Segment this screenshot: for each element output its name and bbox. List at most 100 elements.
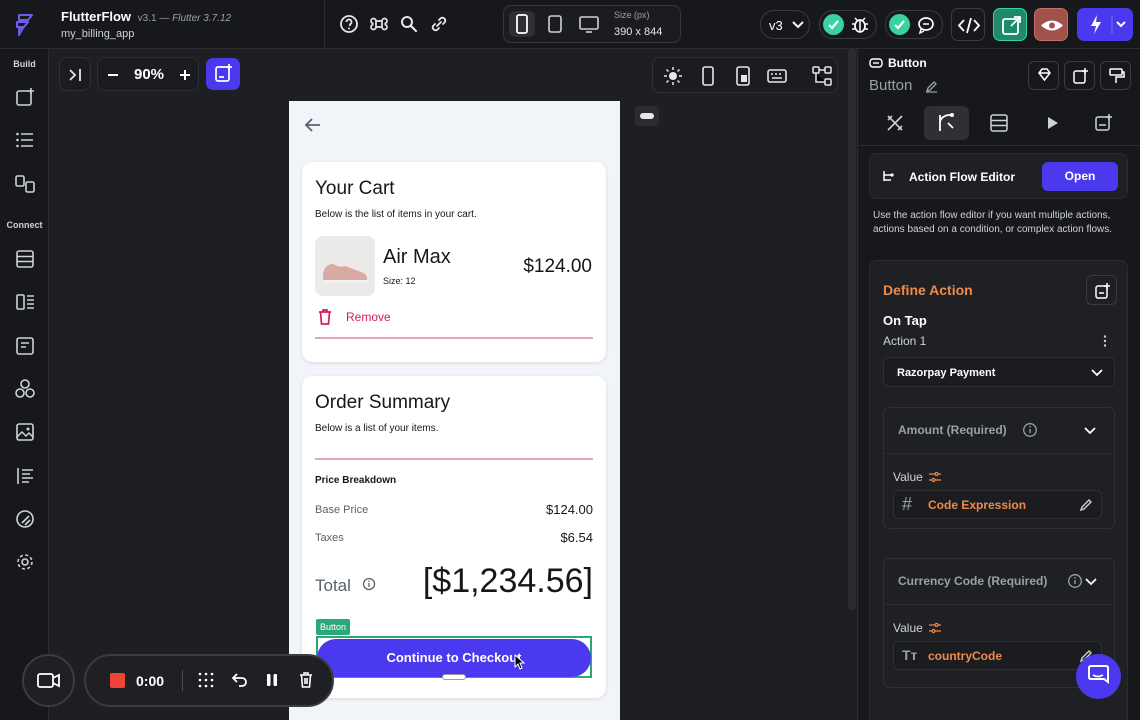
comments-status-pill[interactable]: [885, 10, 943, 39]
search-icon[interactable]: [398, 13, 420, 35]
variable-icon[interactable]: [928, 471, 942, 483]
light-mode-icon[interactable]: [662, 65, 684, 87]
pause-icon[interactable]: [262, 670, 282, 690]
zoom-in-icon[interactable]: [178, 68, 192, 82]
components-icon[interactable]: [14, 378, 36, 400]
canvas-view-toolbar: [652, 57, 838, 93]
command-icon[interactable]: [368, 13, 390, 35]
add-action-button[interactable]: [1086, 275, 1117, 305]
add-element-button[interactable]: [206, 58, 240, 90]
storyboard-icon[interactable]: [14, 173, 36, 195]
app-version: v3.1: [137, 13, 157, 24]
resize-handle[interactable]: [442, 674, 466, 680]
code-icon: [957, 17, 981, 34]
amount-value-field[interactable]: # Code Expression: [893, 490, 1102, 519]
currency-value-field[interactable]: Tт countryCode: [893, 641, 1102, 670]
camera-toggle-button[interactable]: [22, 654, 75, 707]
add-child-button[interactable]: [1064, 61, 1095, 90]
settings-gear-icon[interactable]: [14, 551, 36, 573]
open-external-button[interactable]: [993, 8, 1027, 41]
size-value[interactable]: 390 x 844: [614, 26, 662, 38]
api-calls-icon[interactable]: [14, 335, 36, 357]
total-label: Total: [315, 576, 351, 595]
debug-status-pill[interactable]: [819, 10, 877, 39]
price-breakdown-label: Price Breakdown: [315, 475, 397, 486]
currency-header[interactable]: Currency Code (Required): [884, 559, 1114, 605]
variable-icon[interactable]: [928, 622, 942, 634]
properties-tab-icon[interactable]: [884, 112, 906, 134]
continue-to-checkout-button[interactable]: Continue to Checkout: [317, 639, 591, 677]
view-code-button[interactable]: [951, 8, 985, 41]
item-price: $124.00: [523, 256, 592, 277]
zoom-out-icon[interactable]: [106, 68, 120, 82]
flutterflow-logo-icon[interactable]: [10, 10, 40, 40]
phone-preview: Your Cart Below is the list of items in …: [289, 101, 620, 720]
toggle-icon: [640, 113, 654, 119]
media-assets-icon[interactable]: [14, 421, 36, 443]
app-name: FlutterFlow: [61, 9, 132, 24]
remove-button[interactable]: Remove: [317, 308, 417, 326]
actions-tab[interactable]: [924, 106, 969, 140]
firestore-icon[interactable]: [14, 248, 36, 270]
amount-header[interactable]: Amount (Required): [884, 408, 1114, 454]
action-flow-editor-row: Action Flow Editor Open: [869, 153, 1128, 199]
add-widget-icon[interactable]: [14, 86, 36, 108]
eye-icon: [1041, 20, 1063, 31]
desktop-device-icon[interactable]: [576, 11, 602, 37]
theme-styles-button[interactable]: [1100, 61, 1131, 90]
info-icon[interactable]: [1067, 573, 1083, 589]
widget-handle-button[interactable]: [635, 106, 659, 126]
screen-recorder-bar: 0:00: [84, 654, 334, 707]
device-selector: Size (px) 390 x 844: [503, 5, 681, 43]
taxes-value: $6.54: [560, 530, 593, 545]
layout-tree-icon[interactable]: [811, 65, 833, 87]
info-icon[interactable]: [362, 577, 376, 591]
backend-query-tab-icon[interactable]: [988, 112, 1010, 134]
add-tab-icon[interactable]: [1093, 112, 1115, 134]
phone-frame-icon[interactable]: [697, 65, 719, 87]
define-action-section: Define Action On Tap Action 1 Razorpay P…: [869, 260, 1128, 720]
taxes-label: Taxes: [315, 532, 344, 544]
support-chat-button[interactable]: [1076, 654, 1121, 699]
trash-icon[interactable]: [296, 670, 316, 690]
open-action-flow-button[interactable]: Open: [1042, 162, 1118, 191]
cart-card: Your Cart Below is the list of items in …: [302, 162, 606, 362]
chat-bubble-icon: [1088, 665, 1109, 684]
edit-pencil-icon[interactable]: [1078, 497, 1094, 513]
edit-pencil-icon[interactable]: [924, 79, 939, 94]
link-icon[interactable]: [428, 13, 450, 35]
app-values-icon[interactable]: [14, 291, 36, 313]
widget-tree-icon[interactable]: [14, 129, 36, 151]
selected-widget-tag: Button: [316, 619, 351, 635]
preview-button[interactable]: [1034, 8, 1068, 41]
tablet-device-icon[interactable]: [542, 11, 568, 37]
animations-tab-icon[interactable]: [1041, 112, 1063, 134]
run-button[interactable]: [1077, 8, 1133, 41]
canvas-scrollbar[interactable]: [848, 49, 856, 610]
promote-button[interactable]: [1028, 61, 1059, 90]
widget-type: Button: [888, 56, 927, 70]
version-dropdown[interactable]: v3: [760, 10, 810, 39]
more-vertical-icon[interactable]: [1098, 334, 1112, 348]
amount-value-label: Value: [893, 470, 923, 484]
stop-recording-icon[interactable]: [110, 673, 125, 688]
button-widget-icon: [869, 58, 883, 68]
grid-dots-icon[interactable]: [196, 670, 216, 690]
base-price-value: $124.00: [546, 502, 593, 517]
back-arrow-icon[interactable]: [303, 115, 323, 135]
top-bar: FlutterFlow v3.1 — Flutter 3.7.12 my_bil…: [0, 0, 1140, 49]
responsive-icon[interactable]: [732, 65, 754, 87]
collapse-panel-button[interactable]: [59, 57, 91, 91]
theme-icon[interactable]: [14, 508, 36, 530]
amount-value: Code Expression: [928, 498, 1027, 512]
info-icon[interactable]: [1022, 422, 1038, 438]
custom-code-icon[interactable]: [14, 465, 36, 487]
undo-icon[interactable]: [229, 670, 249, 690]
text-type-icon: Tт: [902, 647, 918, 663]
action-flow-icon: [939, 113, 954, 131]
help-icon[interactable]: [338, 13, 360, 35]
phone-device-icon[interactable]: [509, 11, 535, 37]
divider: [315, 337, 593, 339]
action-type-dropdown[interactable]: Razorpay Payment: [883, 357, 1115, 387]
keyboard-icon[interactable]: [766, 65, 788, 87]
